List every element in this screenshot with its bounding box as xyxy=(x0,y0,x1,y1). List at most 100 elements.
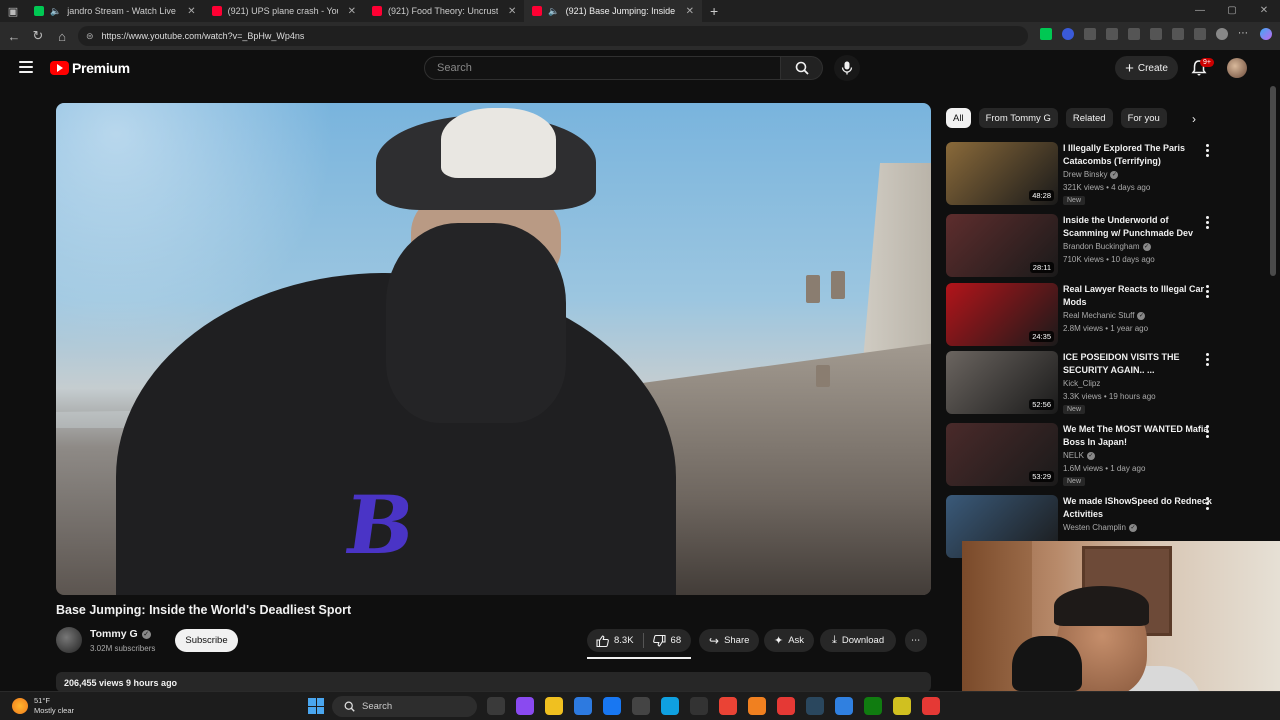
create-button[interactable]: + Create xyxy=(1115,56,1178,80)
taskbar-app-icon[interactable] xyxy=(748,697,766,715)
filter-chip[interactable]: All xyxy=(946,108,971,128)
taskbar-app-icon[interactable] xyxy=(574,697,592,715)
voice-search-button[interactable] xyxy=(834,55,860,81)
recommended-channel[interactable]: Westen Champlin xyxy=(1063,523,1126,532)
video-player[interactable]: B xyxy=(56,103,931,595)
taskbar-app-icon[interactable] xyxy=(835,697,853,715)
window-menu-icon[interactable]: ▣ xyxy=(0,0,26,22)
copilot-icon[interactable] xyxy=(1260,28,1272,40)
channel-name-row[interactable]: Tommy G ✓ xyxy=(90,628,151,640)
weather-widget[interactable]: 51°F Mostly clear xyxy=(12,696,74,716)
close-window-button[interactable]: ✕ xyxy=(1248,0,1280,22)
channel-avatar[interactable] xyxy=(56,627,82,653)
taskbar-app-icon[interactable] xyxy=(922,697,940,715)
recommended-channel[interactable]: Kick_Clipz xyxy=(1063,379,1100,388)
share-button[interactable]: ↪ Share xyxy=(699,629,760,652)
page-scrollbar[interactable] xyxy=(1270,86,1276,276)
chevron-right-icon[interactable]: › xyxy=(1192,112,1196,126)
extension-icon[interactable] xyxy=(1106,28,1118,40)
favorites-icon[interactable] xyxy=(1150,28,1162,40)
shield-icon[interactable] xyxy=(1172,28,1184,40)
browser-tab[interactable]: (921) Food Theory: Uncrustables ✕ xyxy=(364,0,524,22)
search-button[interactable] xyxy=(781,56,823,80)
taskbar-app-icon[interactable] xyxy=(516,697,534,715)
more-vertical-icon[interactable] xyxy=(1206,144,1210,157)
extensions-icon[interactable] xyxy=(1194,28,1206,40)
recommended-title[interactable]: I Illegally Explored The Paris Catacombs… xyxy=(1063,142,1213,168)
taskbar-app-icon[interactable] xyxy=(632,697,650,715)
recommended-video[interactable]: 28:11 Inside the Underworld of Scamming w… xyxy=(946,214,1216,278)
extension-icon[interactable] xyxy=(1084,28,1096,40)
start-windows-icon[interactable] xyxy=(308,698,324,714)
site-info-icon[interactable]: ⊜ xyxy=(86,31,94,42)
recommended-video[interactable]: 53:29 We Met The MOST WANTED Mafia Boss I… xyxy=(946,423,1216,487)
more-vertical-icon[interactable] xyxy=(1206,285,1210,298)
video-thumbnail[interactable]: 28:11 xyxy=(946,214,1058,277)
subscribe-button[interactable]: Subscribe xyxy=(175,629,238,652)
profile-icon[interactable] xyxy=(1216,28,1228,40)
new-tab-button[interactable]: + xyxy=(710,3,718,19)
tab-audio-icon[interactable]: 🔈 xyxy=(50,6,61,17)
more-vertical-icon[interactable] xyxy=(1206,497,1210,510)
taskbar-app-icon[interactable] xyxy=(690,697,708,715)
video-thumbnail[interactable]: 52:56 xyxy=(946,351,1058,414)
back-button[interactable]: ← xyxy=(2,29,26,44)
taskbar-app-icon[interactable] xyxy=(864,697,882,715)
recommended-title[interactable]: ICE POSEIDON VISITS THE SECURITY AGAIN..… xyxy=(1063,351,1213,377)
home-button[interactable]: ⌂ xyxy=(50,29,74,44)
extension-icon[interactable] xyxy=(1062,28,1074,40)
recommended-title[interactable]: Inside the Underworld of Scamming w/ Pun… xyxy=(1063,214,1213,240)
filter-chip[interactable]: From Tommy G xyxy=(978,108,1058,128)
extension-icon[interactable] xyxy=(1128,28,1140,40)
browser-tab[interactable]: (921) UPS plane crash - YouTube ✕ xyxy=(204,0,364,22)
tab-audio-icon[interactable]: 🔈 xyxy=(548,6,559,17)
youtube-logo[interactable]: Premium xyxy=(50,60,130,76)
taskbar-app-icon[interactable] xyxy=(719,697,737,715)
filter-chip[interactable]: Related xyxy=(1065,108,1113,128)
maximize-button[interactable]: ▢ xyxy=(1216,0,1248,22)
recommended-title[interactable]: Real Lawyer Reacts to Illegal Car Mods xyxy=(1063,283,1213,309)
recommended-channel[interactable]: NELK xyxy=(1063,451,1084,460)
more-vertical-icon[interactable] xyxy=(1206,216,1210,229)
like-button[interactable]: 8.3K xyxy=(587,629,643,652)
browser-tab[interactable]: 🔈 jandro Stream - Watch Live ✕ xyxy=(26,0,204,22)
video-thumbnail[interactable]: 24:35 xyxy=(946,283,1058,346)
recommended-video[interactable]: 48:28 I Illegally Explored The Paris Cata… xyxy=(946,142,1216,206)
taskbar-app-icon[interactable] xyxy=(893,697,911,715)
tab-close-icon[interactable]: ✕ xyxy=(348,6,356,17)
recommended-video[interactable]: 52:56 ICE POSEIDON VISITS THE SECURITY AG… xyxy=(946,351,1216,415)
recommended-channel[interactable]: Brandon Buckingham xyxy=(1063,242,1140,251)
taskbar-app-icon[interactable] xyxy=(603,697,621,715)
more-actions-button[interactable]: ⋯ xyxy=(905,629,927,652)
minimize-button[interactable]: — xyxy=(1184,0,1216,22)
video-thumbnail[interactable]: 48:28 xyxy=(946,142,1058,205)
ask-button[interactable]: ✦ Ask xyxy=(764,629,815,652)
recommended-video[interactable]: 24:35 Real Lawyer Reacts to Illegal Car M… xyxy=(946,283,1216,347)
recommended-title[interactable]: We made IShowSpeed do Redneck Activities xyxy=(1063,495,1213,521)
filter-chip[interactable]: For you xyxy=(1120,108,1167,128)
refresh-button[interactable]: ↻ xyxy=(26,28,50,44)
more-vertical-icon[interactable] xyxy=(1206,353,1210,366)
recommended-channel[interactable]: Drew Binsky xyxy=(1063,170,1107,179)
taskbar-app-icon[interactable] xyxy=(777,697,795,715)
tab-close-icon[interactable]: ✕ xyxy=(508,6,516,17)
url-field[interactable]: ⊜ https://www.youtube.com/watch?v=_BpHw_… xyxy=(78,26,1028,46)
channel-name[interactable]: Tommy G xyxy=(90,628,138,640)
taskbar-search[interactable]: Search xyxy=(332,696,477,717)
dislike-button[interactable]: 68 xyxy=(644,629,691,652)
account-avatar[interactable] xyxy=(1227,58,1247,78)
taskbar-app-icon[interactable] xyxy=(487,697,505,715)
tab-close-icon[interactable]: ✕ xyxy=(686,6,694,17)
taskbar-app-icon[interactable] xyxy=(806,697,824,715)
extension-icon[interactable] xyxy=(1040,28,1052,40)
search-input[interactable]: Search xyxy=(424,56,781,80)
browser-tab[interactable]: 🔈 (921) Base Jumping: Inside the ✕ xyxy=(524,0,702,22)
tab-close-icon[interactable]: ✕ xyxy=(187,6,195,17)
more-vertical-icon[interactable] xyxy=(1206,425,1210,438)
taskbar-app-icon[interactable] xyxy=(545,697,563,715)
download-button[interactable]: ⤓ Download xyxy=(820,629,897,652)
recommended-channel[interactable]: Real Mechanic Stuff xyxy=(1063,311,1134,320)
menu-icon[interactable] xyxy=(19,61,33,73)
description-box[interactable]: 206,455 views 9 hours ago xyxy=(56,672,931,692)
video-thumbnail[interactable]: 53:29 xyxy=(946,423,1058,486)
